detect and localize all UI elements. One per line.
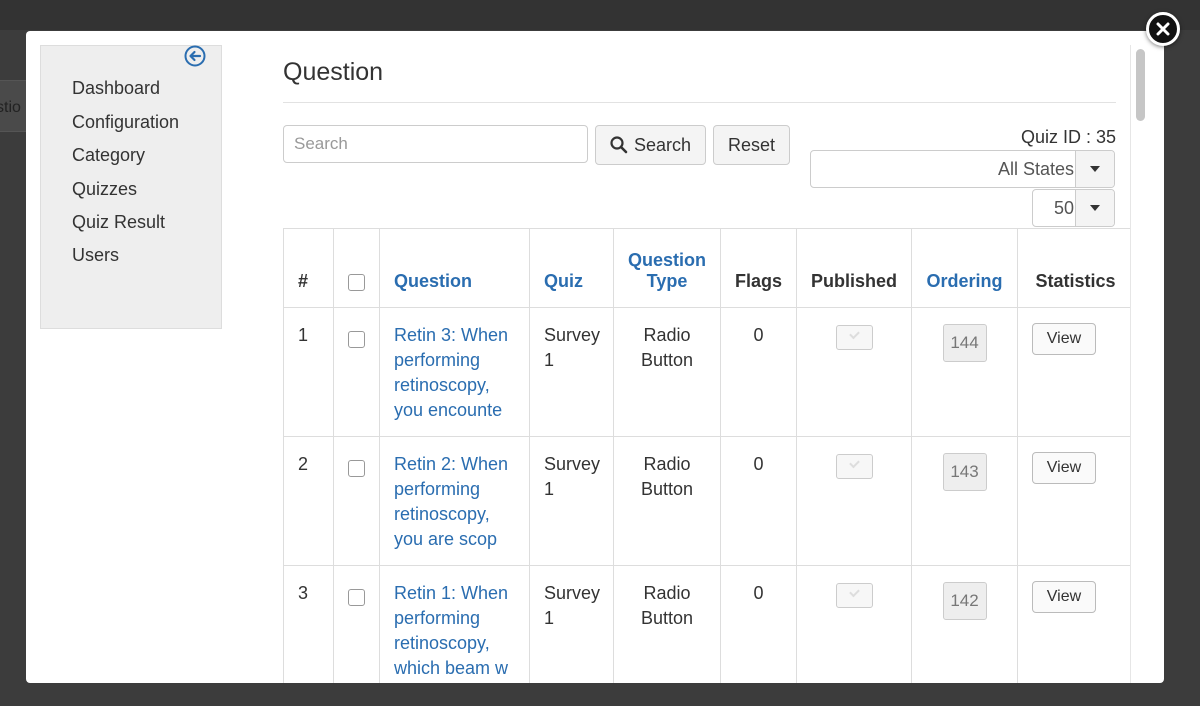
search-button-label: Search — [633, 134, 692, 155]
published-cell — [796, 436, 912, 566]
row-checkbox[interactable] — [348, 589, 365, 607]
published-cell — [796, 565, 912, 683]
ordering-input[interactable]: 142 — [942, 582, 987, 620]
flags-cell: 0 — [720, 565, 797, 683]
limit-select[interactable]: 50 — [1032, 189, 1115, 227]
sidebar: Dashboard Configuration Category Quizzes… — [40, 45, 222, 329]
quiz-cell: Survey 1 — [529, 436, 614, 566]
ordering-input[interactable]: 144 — [942, 324, 987, 362]
select-all-checkbox[interactable] — [348, 273, 365, 291]
questions-table-container: # Question Quiz Question Type Flags Publi… — [283, 228, 1133, 683]
row-select-cell — [333, 436, 380, 566]
title-divider — [283, 102, 1116, 103]
sidebar-item-quiz-result[interactable]: Quiz Result — [72, 212, 165, 233]
modal-scrollbar[interactable] — [1130, 45, 1149, 683]
header-statistics: Statistics — [1017, 228, 1133, 308]
statistics-cell: View — [1017, 307, 1133, 437]
row-select-cell — [333, 565, 380, 683]
published-cell — [796, 307, 912, 437]
header-published: Published — [796, 228, 912, 308]
background-fragment-text: stio — [0, 99, 21, 116]
sidebar-item-users[interactable]: Users — [72, 245, 119, 266]
quiz-cell: Survey 1 — [529, 565, 614, 683]
view-statistics-button[interactable]: View — [1032, 452, 1096, 484]
question-type-cell: Radio Button — [613, 436, 721, 566]
close-modal-button[interactable] — [1146, 12, 1180, 46]
search-icon — [610, 136, 628, 154]
background-tab-fragment: stio — [0, 80, 26, 132]
sidebar-item-category[interactable]: Category — [72, 145, 145, 166]
row-number: 3 — [283, 565, 334, 683]
question-type-cell: Radio Button — [613, 307, 721, 437]
question-link[interactable]: Retin 2: When performing retinoscopy, yo… — [379, 436, 530, 566]
row-select-cell — [333, 307, 380, 437]
view-statistics-button[interactable]: View — [1032, 323, 1096, 355]
question-modal: Dashboard Configuration Category Quizzes… — [26, 31, 1164, 683]
background-top-bar — [0, 0, 1200, 30]
published-toggle[interactable] — [835, 583, 873, 608]
arrow-left-circle-icon[interactable] — [184, 45, 206, 67]
header-select-all — [333, 228, 380, 308]
question-link[interactable]: Retin 3: When performing retinoscopy, yo… — [379, 307, 530, 437]
view-statistics-button[interactable]: View — [1032, 581, 1096, 613]
reset-button[interactable]: Reset — [713, 125, 790, 165]
state-filter-select[interactable]: All States — [810, 150, 1115, 188]
state-filter-value: All States — [997, 159, 1074, 179]
statistics-cell: View — [1017, 565, 1133, 683]
close-icon — [1156, 22, 1170, 36]
table-row: 1 Retin 3: When performing retinoscopy, … — [283, 307, 1133, 437]
flags-cell: 0 — [720, 436, 797, 566]
ordering-input[interactable]: 143 — [942, 453, 987, 491]
search-button[interactable]: Search — [595, 125, 706, 165]
quiz-cell: Survey 1 — [529, 307, 614, 437]
published-toggle[interactable] — [835, 325, 873, 350]
quiz-id-label: Quiz ID : 35 — [1020, 127, 1116, 147]
header-num: # — [283, 228, 334, 308]
sidebar-item-configuration[interactable]: Configuration — [72, 112, 179, 133]
row-checkbox[interactable] — [348, 460, 365, 478]
row-number: 2 — [283, 436, 334, 566]
questions-table: # Question Quiz Question Type Flags Publi… — [283, 228, 1133, 683]
chevron-down-icon — [1090, 166, 1100, 172]
table-header-row: # Question Quiz Question Type Flags Publi… — [283, 228, 1133, 308]
row-number: 1 — [283, 307, 334, 437]
row-checkbox[interactable] — [348, 331, 365, 349]
sidebar-item-quizzes[interactable]: Quizzes — [72, 179, 137, 200]
ordering-cell: 142 — [911, 565, 1018, 683]
table-row: 2 Retin 2: When performing retinoscopy, … — [283, 436, 1133, 566]
header-quiz[interactable]: Quiz — [529, 228, 614, 308]
statistics-cell: View — [1017, 436, 1133, 566]
header-flags: Flags — [720, 228, 797, 308]
question-link[interactable]: Retin 1: When performing retinoscopy, wh… — [379, 565, 530, 683]
search-input[interactable] — [283, 125, 588, 163]
limit-value: 50 — [1053, 198, 1074, 218]
header-question-type[interactable]: Question Type — [613, 228, 721, 308]
ordering-cell: 144 — [911, 307, 1018, 437]
header-ordering[interactable]: Ordering — [911, 228, 1018, 308]
ordering-cell: 143 — [911, 436, 1018, 566]
flags-cell: 0 — [720, 307, 797, 437]
sidebar-item-dashboard[interactable]: Dashboard — [72, 78, 160, 99]
table-row: 3 Retin 1: When performing retinoscopy, … — [283, 565, 1133, 683]
question-type-cell: Radio Button — [613, 565, 721, 683]
chevron-down-icon — [1090, 205, 1100, 211]
page-title: Question — [283, 58, 384, 86]
scrollbar-thumb[interactable] — [1136, 49, 1145, 121]
header-question[interactable]: Question — [379, 228, 530, 308]
published-toggle[interactable] — [835, 454, 873, 479]
